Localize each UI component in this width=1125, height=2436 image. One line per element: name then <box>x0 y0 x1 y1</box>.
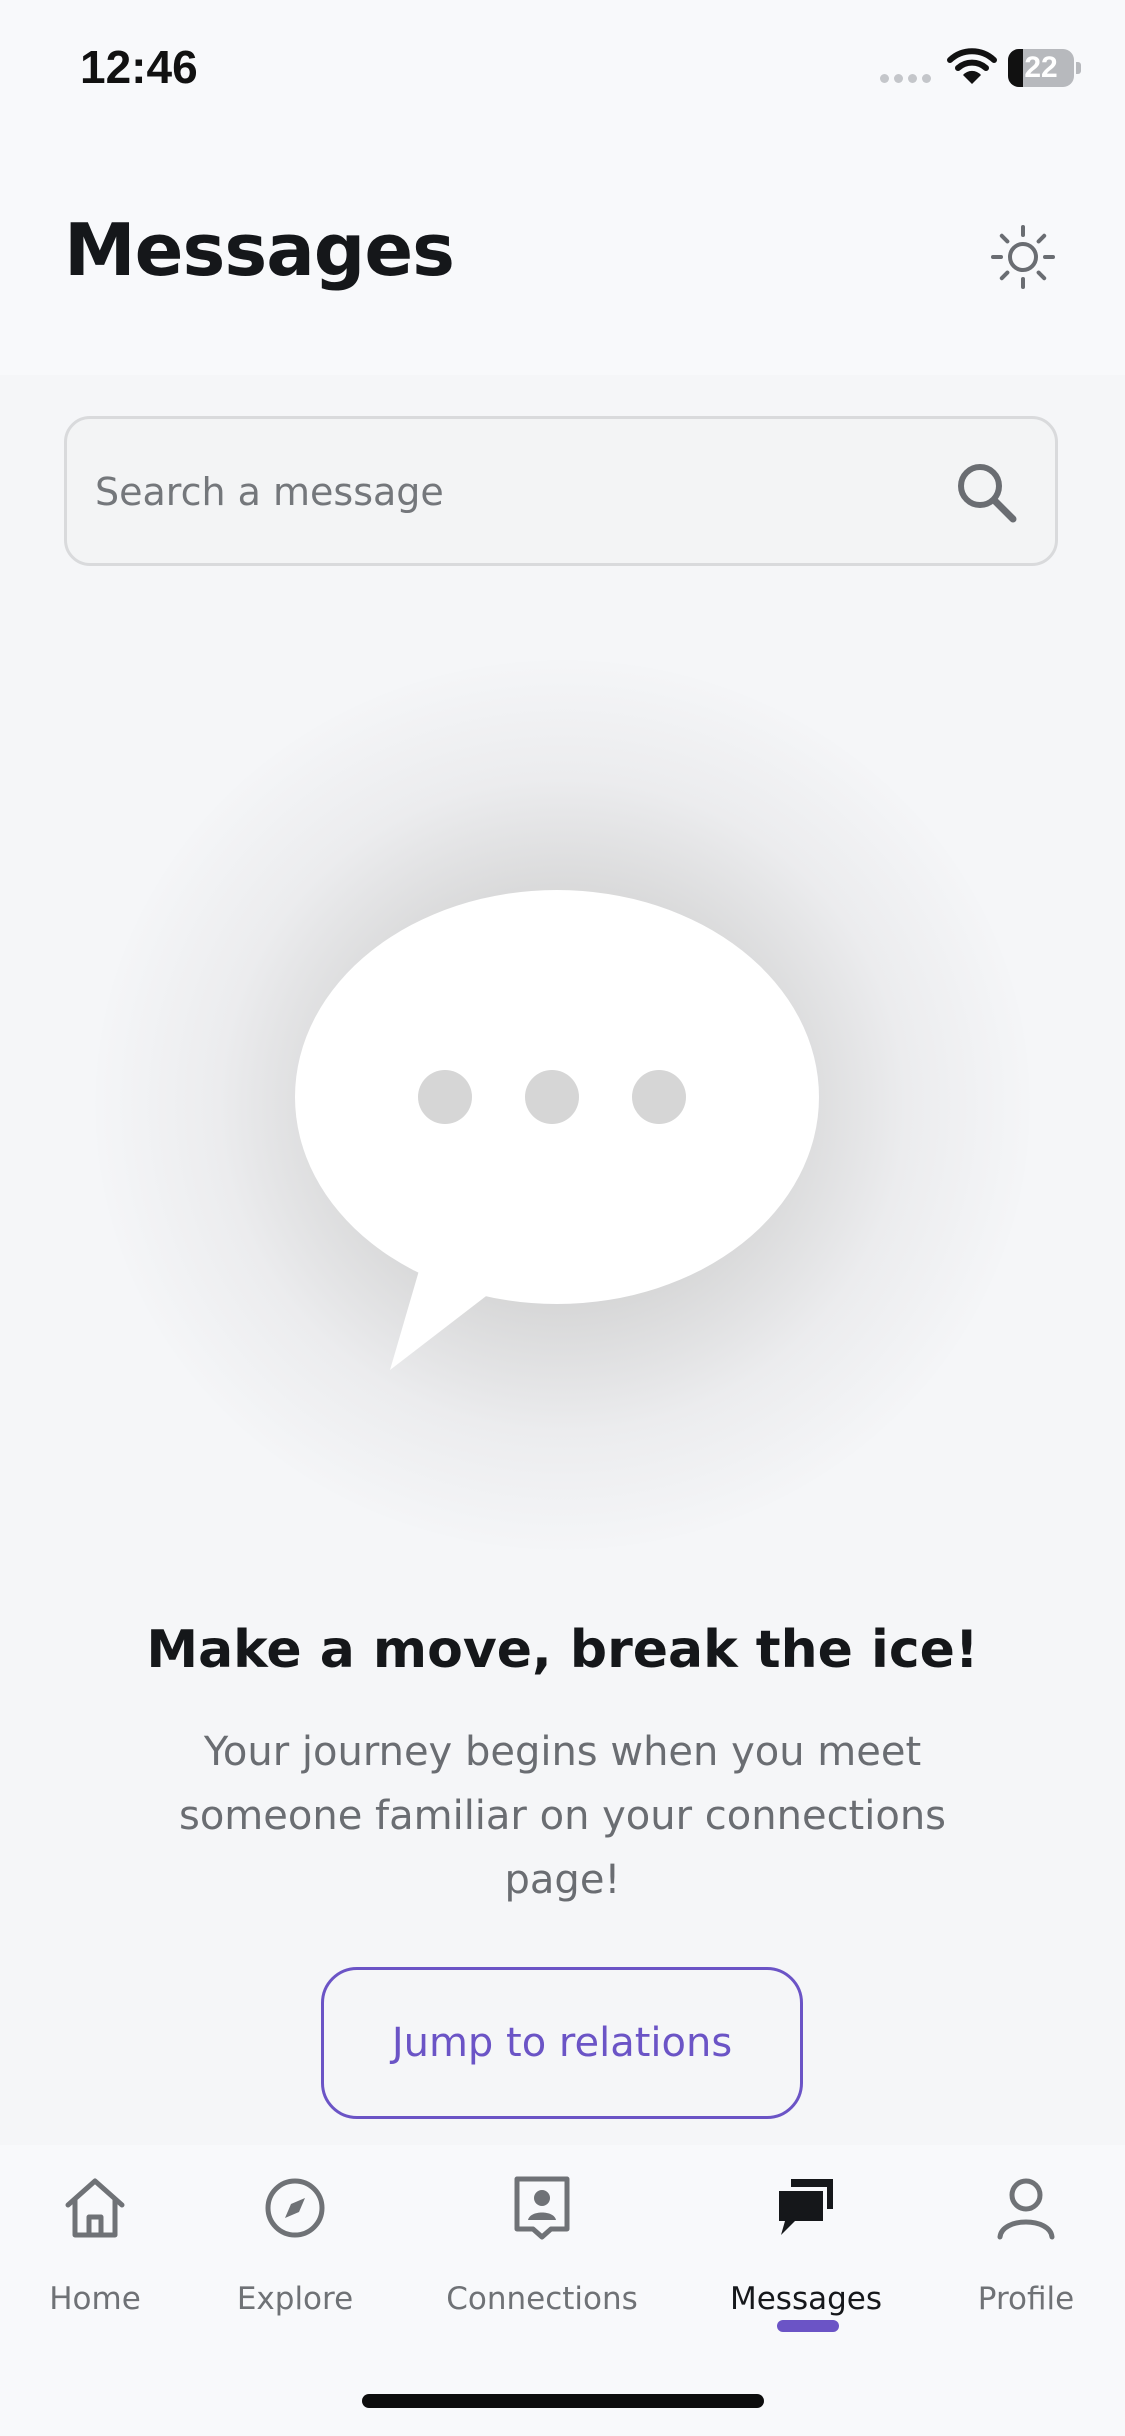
page-title: Messages <box>64 208 455 292</box>
tab-bar: Home Explore Connections Messages Profil… <box>0 2145 1125 2436</box>
status-time: 12:46 <box>80 41 198 93</box>
search-box[interactable] <box>64 416 1058 566</box>
jump-to-relations-button[interactable]: Jump to relations <box>321 1967 803 2119</box>
status-bar: 12:46 22 <box>0 0 1125 140</box>
search-icon[interactable] <box>953 459 1021 527</box>
wifi-icon <box>947 48 997 84</box>
tab-home[interactable]: Home <box>0 2173 195 2333</box>
theme-toggle-button[interactable] <box>988 222 1058 292</box>
tab-profile-label: Profile <box>977 2281 1075 2317</box>
tab-messages-label: Messages <box>729 2281 883 2317</box>
tab-home-label: Home <box>49 2281 141 2317</box>
search-input[interactable] <box>93 419 977 565</box>
chat-bubble-icon <box>295 890 819 1370</box>
tab-explore[interactable]: Explore <box>195 2173 395 2333</box>
empty-state-title: Make a move, break the ice! <box>146 1620 979 1680</box>
empty-state-description: Your journey begins when you meet someon… <box>178 1729 947 1903</box>
battery-level: 22 <box>1024 51 1058 84</box>
home-icon <box>65 2178 125 2238</box>
tab-messages[interactable]: Messages <box>706 2173 906 2333</box>
battery-icon: 22 <box>1008 49 1081 87</box>
tab-connections[interactable]: Connections <box>442 2173 642 2333</box>
person-icon <box>997 2178 1055 2240</box>
tab-explore-label: Explore <box>236 2281 354 2317</box>
compass-icon <box>265 2178 325 2238</box>
header: Messages <box>0 140 1125 375</box>
active-tab-indicator <box>777 2320 839 2332</box>
tab-profile[interactable]: Profile <box>926 2173 1125 2333</box>
chat-bubbles-icon <box>779 2179 833 2235</box>
messages-content: Make a move, break the ice! Your journey… <box>0 375 1125 2145</box>
empty-state-illustration <box>95 660 1030 1550</box>
signal-icon <box>880 74 931 83</box>
sun-icon <box>991 225 1055 289</box>
tab-connections-label: Connections <box>446 2281 638 2317</box>
contact-card-icon <box>514 2176 570 2240</box>
home-indicator <box>362 2394 764 2408</box>
